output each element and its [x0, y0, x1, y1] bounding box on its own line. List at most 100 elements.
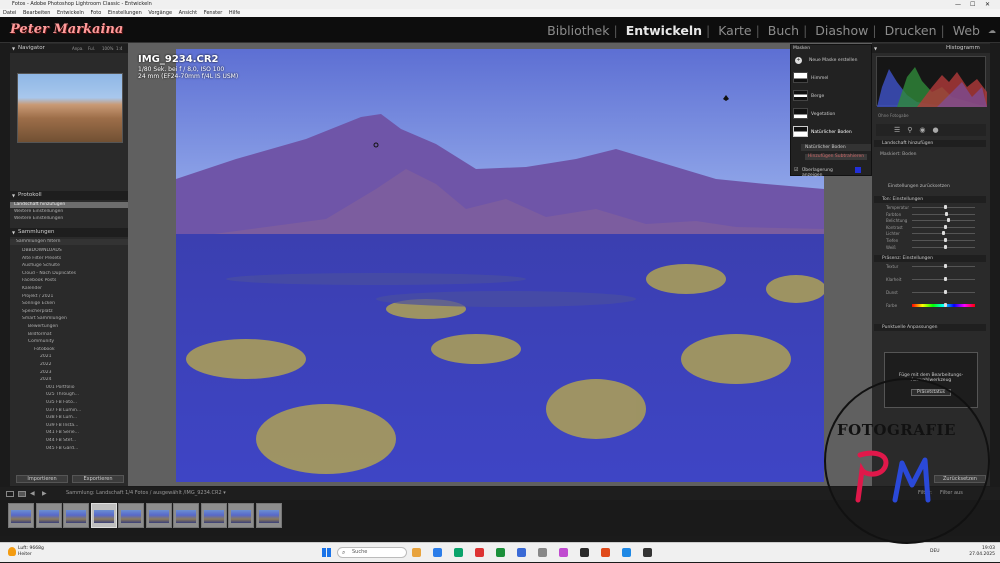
collections-filter[interactable]: Sammlungen filtern: [10, 239, 128, 245]
mask-mountains[interactable]: Berge: [811, 94, 871, 99]
collection-item[interactable]: 037 FB Lumin...: [10, 408, 128, 414]
menu-einstellungen[interactable]: Einstellungen: [108, 10, 142, 16]
collections-header[interactable]: Sammlungen: [10, 228, 128, 237]
filmstrip-thumbnail[interactable]: [228, 503, 254, 528]
second-window-icon[interactable]: [6, 491, 14, 497]
collection-item[interactable]: 039 FB Insta...: [10, 423, 128, 429]
module-buch[interactable]: Buch: [768, 23, 799, 38]
overlay-checkbox[interactable]: ☑: [794, 167, 798, 173]
presence-slider[interactable]: Textur: [886, 264, 981, 269]
collection-item[interactable]: Bewertungen: [10, 324, 128, 330]
file-explorer-icon[interactable]: [412, 548, 421, 557]
collection-item[interactable]: Cloud - Nach Duplicates: [10, 271, 128, 277]
history-item[interactable]: Weitere Einstellungen: [10, 209, 128, 215]
collection-item[interactable]: Fotobook: [10, 347, 128, 353]
collection-item[interactable]: Speicherplatz: [10, 309, 128, 315]
presets-header[interactable]: Protokoll: [10, 191, 128, 200]
presence-slider[interactable]: Dunst: [886, 290, 981, 295]
menu-entwickeln[interactable]: Entwickeln: [57, 10, 84, 16]
collection-item[interactable]: 038 FB Lum...: [10, 415, 128, 421]
refine-header[interactable]: Punktuelle Anpassungen: [874, 324, 986, 331]
filmstrip-thumbnail[interactable]: [173, 503, 199, 528]
menu-bearbeiten[interactable]: Bearbeiten: [23, 10, 50, 16]
app-icon[interactable]: [496, 548, 505, 557]
slider-thumb[interactable]: [943, 290, 947, 294]
menu-fenster[interactable]: Fenster: [204, 10, 223, 16]
language-indicator[interactable]: DEU: [930, 549, 940, 554]
tone-slider[interactable]: Kontrast: [886, 224, 981, 230]
main-photo[interactable]: [176, 49, 824, 482]
taskbar-search[interactable]: ⌕ Suche: [337, 547, 407, 558]
menu-ansicht[interactable]: Ansicht: [179, 10, 197, 16]
filmstrip-thumbnail[interactable]: [118, 503, 144, 528]
cloud-icon[interactable]: ☁: [988, 26, 996, 35]
slider-thumb[interactable]: [943, 205, 947, 209]
history-item[interactable]: Weitere Einstellungen: [10, 216, 128, 222]
back-arrow-icon[interactable]: ◀: [30, 487, 35, 500]
spot-removal-icon[interactable]: ⚲: [907, 126, 919, 134]
mask-thumbnail[interactable]: [793, 108, 808, 119]
navigator-preview[interactable]: [17, 73, 123, 143]
mask-sky[interactable]: Himmel: [811, 76, 871, 81]
collection-item[interactable]: Kalender: [10, 286, 128, 292]
filmstrip-thumbnail[interactable]: [90, 503, 117, 528]
app-icon[interactable]: [517, 548, 526, 557]
collection-item[interactable]: 035 FB Foto...: [10, 400, 128, 406]
collection-item[interactable]: Alte Filter Presets: [10, 256, 128, 262]
mask-thumbnail[interactable]: [793, 90, 808, 101]
filmstrip-thumbnail[interactable]: [8, 503, 34, 528]
app-icon[interactable]: [559, 548, 568, 557]
module-web[interactable]: Web: [953, 23, 980, 38]
filmstrip-source-text[interactable]: Sammlung: Landschaft 1/4 Fotos / ausgewä…: [66, 490, 226, 496]
minimize-icon[interactable]: —: [955, 0, 961, 9]
collection-item[interactable]: Smart Sammlungen: [10, 316, 128, 322]
presence-slider[interactable]: Klarheit: [886, 277, 981, 282]
slider-thumb[interactable]: [943, 264, 947, 268]
filmstrip-thumbnail[interactable]: [145, 503, 172, 528]
presence-slider[interactable]: Farbe: [886, 303, 981, 308]
overlay-color-swatch[interactable]: [855, 167, 861, 173]
import-button[interactable]: Importieren: [16, 475, 68, 483]
collection-item[interactable]: Sonnige Ecken: [10, 301, 128, 307]
taskbar-clock[interactable]: 19:03 27.04.2025: [969, 546, 995, 558]
collection-item[interactable]: 2024: [10, 377, 128, 383]
collection-item[interactable]: 041 FB Serie...: [10, 430, 128, 436]
weather-icon[interactable]: [8, 547, 16, 556]
module-diashow[interactable]: Diashow: [815, 23, 868, 38]
module-drucken[interactable]: Drucken: [885, 23, 937, 38]
tone-header[interactable]: Ton: Einstellungen: [874, 196, 986, 203]
redeye-icon[interactable]: ◉: [919, 126, 932, 134]
collection-item[interactable]: Projekt / 2021: [10, 294, 128, 300]
tone-slider[interactable]: Weiß: [886, 244, 981, 250]
module-karte[interactable]: Karte: [718, 23, 751, 38]
windows-start-icon[interactable]: [322, 548, 331, 557]
filmstrip-thumbnail[interactable]: [35, 503, 62, 528]
collection-item[interactable]: 045 FB Gard...: [10, 446, 128, 452]
menu-hilfe[interactable]: Hilfe: [229, 10, 240, 16]
app-icon[interactable]: [580, 548, 589, 557]
zoom-fill[interactable]: Ful.: [88, 44, 95, 53]
slider-thumb[interactable]: [944, 211, 948, 216]
tone-slider[interactable]: Belichtung: [886, 218, 981, 223]
close-icon[interactable]: ✕: [985, 0, 990, 9]
crop-icon[interactable]: ☰: [894, 126, 907, 134]
grid-view-icon[interactable]: [18, 491, 26, 497]
collection-item[interactable]: Facebook Posts: [10, 278, 128, 284]
collection-item[interactable]: 2023: [10, 370, 128, 376]
app-icon[interactable]: [622, 548, 631, 557]
collection-item[interactable]: 025 Through...: [10, 392, 128, 398]
mask-thumbnail[interactable]: [793, 126, 808, 137]
forward-arrow-icon[interactable]: ▶: [42, 487, 47, 500]
store-icon[interactable]: [454, 548, 463, 557]
mask-section-header[interactable]: Landschaft hinzufügen: [874, 140, 986, 147]
zoom-fit[interactable]: Anpa.: [72, 44, 84, 53]
menu-foto[interactable]: Foto: [90, 10, 101, 16]
weather-widget[interactable]: Luft: 9668g Heiter: [18, 546, 44, 558]
slider-thumb[interactable]: [943, 224, 947, 229]
histogram-header[interactable]: Histogramm: [872, 44, 990, 53]
menu-vorgaenge[interactable]: Vorgänge: [148, 10, 172, 16]
color-header[interactable]: Präsenz: Einstellungen: [874, 255, 986, 262]
navigator-header[interactable]: Navigator Anpa. Ful. 100% 1:4: [10, 44, 128, 53]
masking-icon[interactable]: ●: [933, 126, 946, 134]
collection-item[interactable]: 2021: [10, 354, 128, 360]
